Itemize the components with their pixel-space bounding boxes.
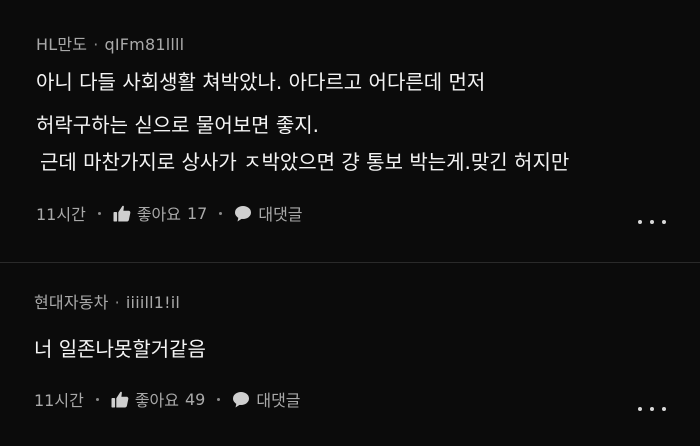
more-options-button[interactable] [638, 212, 666, 232]
more-dots-icon [650, 407, 654, 411]
author-handle: qIFm81llll [104, 35, 185, 54]
author-name[interactable]: 현대자동차 [34, 293, 109, 312]
reply-label: 대댓글 [256, 391, 301, 410]
speech-bubble-icon [234, 205, 252, 222]
comment-meta: 11시간 좋아요 17 대댓글 [36, 201, 303, 225]
comment-item: 현대자동차 · iiiill1!il 너 일존나못할거같음 11시간 좋아요 49 [0, 262, 700, 446]
comment-author-line: HL만도 · qIFm81llll [36, 31, 184, 55]
reply-button[interactable]: 대댓글 [232, 387, 301, 411]
thumbs-up-icon [111, 391, 129, 408]
more-dots-icon [638, 407, 642, 411]
like-count: 49 [184, 389, 206, 409]
comment-text-line: 근데 마찬가지로 상사가 ㅈ박았으면 걍 통보 박는게.맞긴 허지만 [40, 150, 570, 174]
meta-separator [95, 397, 99, 401]
comment-time: 11시간 [34, 391, 84, 410]
comment-text-line: 아니 다들 사회생활 쳐박았나. 아다르고 어다른데 먼저 [36, 70, 486, 94]
author-separator: · [114, 293, 120, 312]
more-options-button[interactable] [638, 399, 666, 419]
author-name[interactable]: HL만도 [36, 35, 87, 54]
like-count: 17 [186, 203, 208, 223]
meta-separator [219, 211, 223, 215]
more-dots-icon [650, 220, 654, 224]
more-dots-icon [662, 407, 666, 411]
meta-separator [97, 211, 101, 215]
comment-meta: 11시간 좋아요 49 대댓글 [34, 387, 301, 411]
more-dots-icon [662, 220, 666, 224]
speech-bubble-icon [232, 391, 250, 408]
comment-text-line: 허락구하는 싣으로 물어보면 좋지. [36, 113, 320, 137]
like-button[interactable]: 좋아요 49 [111, 387, 206, 411]
author-separator: · [93, 35, 99, 54]
comment-item: HL만도 · qIFm81llll 아니 다들 사회생활 쳐박았나. 아다르고 어다… [0, 0, 700, 262]
comment-time: 11시간 [36, 205, 86, 224]
thumbs-up-icon [113, 205, 131, 222]
like-label: 좋아요 [136, 205, 181, 224]
more-dots-icon [638, 220, 642, 224]
comment-text-line: 너 일존나못할거같음 [34, 337, 206, 361]
author-handle: iiiill1!il [125, 293, 181, 312]
like-label: 좋아요 [134, 391, 179, 410]
reply-button[interactable]: 대댓글 [234, 201, 303, 225]
comment-author-line: 현대자동차 · iiiill1!il [34, 289, 180, 313]
reply-label: 대댓글 [258, 205, 303, 224]
like-button[interactable]: 좋아요 17 [113, 201, 208, 225]
meta-separator [217, 397, 221, 401]
